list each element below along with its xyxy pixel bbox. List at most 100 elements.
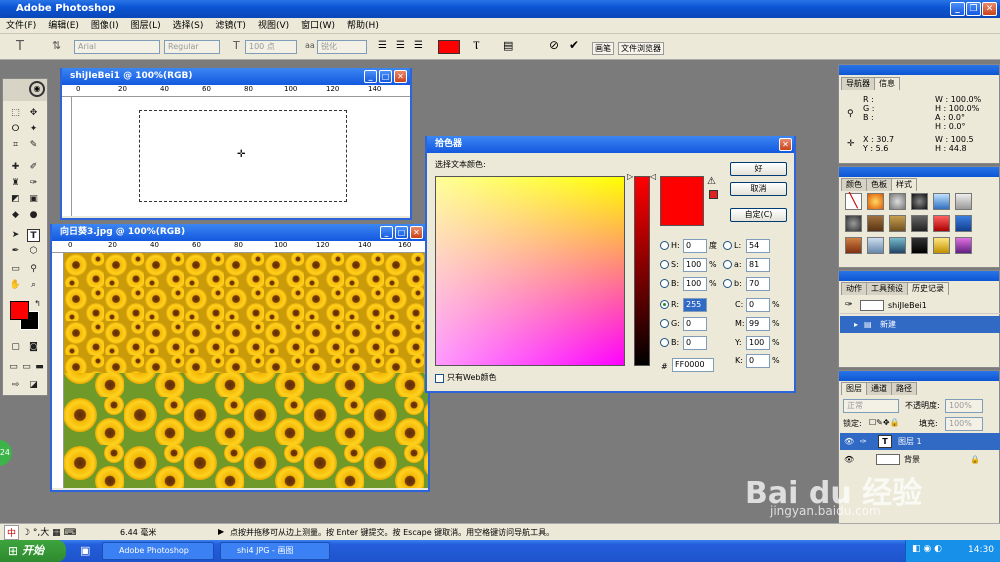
menu-layer[interactable]: 图层(L)	[125, 18, 167, 34]
tab-info[interactable]: 信息	[874, 77, 900, 90]
input-lab-a[interactable]: 81	[746, 258, 770, 272]
tab-channels[interactable]: 通道	[866, 382, 892, 395]
style-swatch[interactable]	[889, 215, 906, 232]
style-swatch[interactable]	[889, 193, 906, 210]
style-swatch[interactable]	[889, 237, 906, 254]
radio-brightness[interactable]	[660, 279, 669, 288]
color-field[interactable]	[435, 176, 625, 366]
doc1-maximize-button[interactable]: □	[379, 70, 392, 83]
style-swatch[interactable]	[933, 193, 950, 210]
radio-saturation[interactable]	[660, 260, 669, 269]
tab-paths[interactable]: 路径	[891, 382, 917, 395]
brush-link-icon[interactable]: ✑	[860, 433, 867, 450]
tab-swatches[interactable]: 色板	[866, 178, 892, 191]
style-swatch[interactable]	[867, 193, 884, 210]
ime-toolbar-icons[interactable]: ☽ °,大 ▦ ⌨	[22, 525, 77, 538]
tab-styles[interactable]: 样式	[891, 178, 917, 191]
eye-icon[interactable]: 👁	[844, 433, 854, 450]
style-swatch[interactable]	[911, 215, 928, 232]
menu-window[interactable]: 窗口(W)	[295, 18, 341, 34]
font-family-select[interactable]: Arial	[74, 40, 160, 54]
healing-tool-icon[interactable]: ✚	[9, 161, 22, 174]
input-y[interactable]: 100	[746, 336, 770, 350]
minimize-button[interactable]: _	[950, 2, 965, 16]
cancel-button[interactable]: 取消	[730, 182, 787, 196]
brush-tool-icon[interactable]: ✐	[27, 161, 40, 174]
tab-tool-presets[interactable]: 工具预设	[866, 282, 908, 295]
custom-colors-button[interactable]: 自定(C)	[730, 208, 787, 222]
gradient-tool-icon[interactable]: ▣	[27, 193, 40, 206]
input-hex[interactable]: FF0000	[672, 358, 714, 372]
radio-blue[interactable]	[660, 338, 669, 347]
style-swatch[interactable]	[933, 237, 950, 254]
doc2-maximize-button[interactable]: □	[395, 226, 408, 239]
shape-tool-icon[interactable]: ⬡	[27, 245, 40, 258]
input-b[interactable]: 100	[683, 277, 707, 291]
font-size-select[interactable]: 100 点	[245, 40, 297, 54]
doc1-minimize-button[interactable]: _	[364, 70, 377, 83]
history-state[interactable]: ▸ ▤ 新建	[840, 316, 1000, 333]
input-s[interactable]: 100	[683, 258, 707, 272]
screen-mode-standard-icon[interactable]: ▭	[7, 361, 20, 374]
tab-actions[interactable]: 动作	[841, 282, 867, 295]
tab-color[interactable]: 颜色	[841, 178, 867, 191]
layer-row-2[interactable]: 👁 背景 🔒	[840, 451, 1000, 468]
style-swatch[interactable]	[867, 215, 884, 232]
text-tool-icon[interactable]: T	[27, 229, 40, 242]
slider-left-arrow-icon[interactable]: ▷	[627, 172, 633, 181]
input-lab-l[interactable]: 54	[746, 239, 770, 253]
slider-right-arrow-icon[interactable]: ◁	[650, 172, 656, 181]
hand-tool-icon[interactable]: ✋	[9, 279, 22, 292]
style-swatch[interactable]	[955, 193, 972, 210]
lasso-tool-icon[interactable]: ⵔ	[9, 123, 22, 136]
lock-icons[interactable]: ☐✎✥🔒	[869, 418, 900, 427]
foreground-color-swatch[interactable]	[10, 301, 29, 320]
commit-icon[interactable]: ✔	[569, 38, 579, 52]
magic-wand-icon[interactable]: ✦	[27, 123, 40, 136]
input-r[interactable]: 255	[683, 298, 707, 312]
menu-edit[interactable]: 编辑(E)	[42, 18, 85, 34]
imageready-icon[interactable]: ◪	[27, 379, 40, 392]
blur-tool-icon[interactable]: ◆	[9, 209, 22, 222]
doc2-close-button[interactable]: ✕	[410, 226, 423, 239]
quickmask-mode-icon[interactable]: ◙	[27, 341, 40, 354]
style-swatch[interactable]	[911, 193, 928, 210]
quicklaunch-desktop-icon[interactable]: ▣	[80, 544, 90, 557]
menu-image[interactable]: 图像(I)	[85, 18, 125, 34]
doc2-horizontal-ruler[interactable]: 0 20 40 60 80 100 120 140 160	[52, 241, 428, 253]
menu-view[interactable]: 视图(V)	[252, 18, 295, 34]
tab-brushes[interactable]: 画笔	[592, 42, 614, 55]
green-badge[interactable]: 24	[0, 440, 12, 466]
dodge-tool-icon[interactable]: ●	[27, 209, 40, 222]
pen-tool-icon[interactable]: ✒	[9, 245, 22, 258]
ok-button[interactable]: 好	[730, 162, 787, 176]
task-photoshop[interactable]: Adobe Photoshop	[102, 542, 214, 560]
menu-select[interactable]: 选择(S)	[167, 18, 210, 34]
radio-lab-l[interactable]	[723, 241, 732, 250]
cancel-icon[interactable]: ⊘	[549, 38, 559, 52]
close-button[interactable]: ✕	[982, 2, 997, 16]
crop-tool-icon[interactable]: ⌗	[9, 139, 22, 152]
standard-mode-icon[interactable]: ▢	[9, 341, 22, 354]
text-color-swatch[interactable]	[438, 40, 460, 54]
hue-slider[interactable]	[634, 176, 650, 366]
style-swatch[interactable]	[845, 215, 862, 232]
doc2-vertical-ruler[interactable]	[52, 253, 64, 488]
style-swatch[interactable]	[911, 237, 928, 254]
radio-lab-a[interactable]	[723, 260, 732, 269]
history-brush-icon[interactable]: ✑	[27, 177, 40, 190]
menu-file[interactable]: 文件(F)	[0, 18, 42, 34]
play-icon[interactable]: ▶	[218, 527, 224, 536]
type-tool-icon[interactable]: T	[16, 39, 24, 54]
align-right-icon[interactable]: ☰	[414, 40, 423, 51]
eyedropper-icon[interactable]: ⚲	[27, 263, 40, 276]
radio-lab-b[interactable]	[723, 279, 732, 288]
ime-indicator[interactable]: 中	[4, 525, 20, 540]
move-tool-icon[interactable]: ✥	[27, 107, 40, 120]
input-lab-b[interactable]: 70	[746, 277, 770, 291]
tray-icons[interactable]: ◧ ◉ ◐	[912, 544, 942, 554]
style-swatch[interactable]	[933, 215, 950, 232]
menu-filter[interactable]: 滤镜(T)	[209, 18, 252, 34]
swap-colors-icon[interactable]: ↰	[31, 297, 44, 310]
notes-tool-icon[interactable]: ▭	[9, 263, 22, 276]
